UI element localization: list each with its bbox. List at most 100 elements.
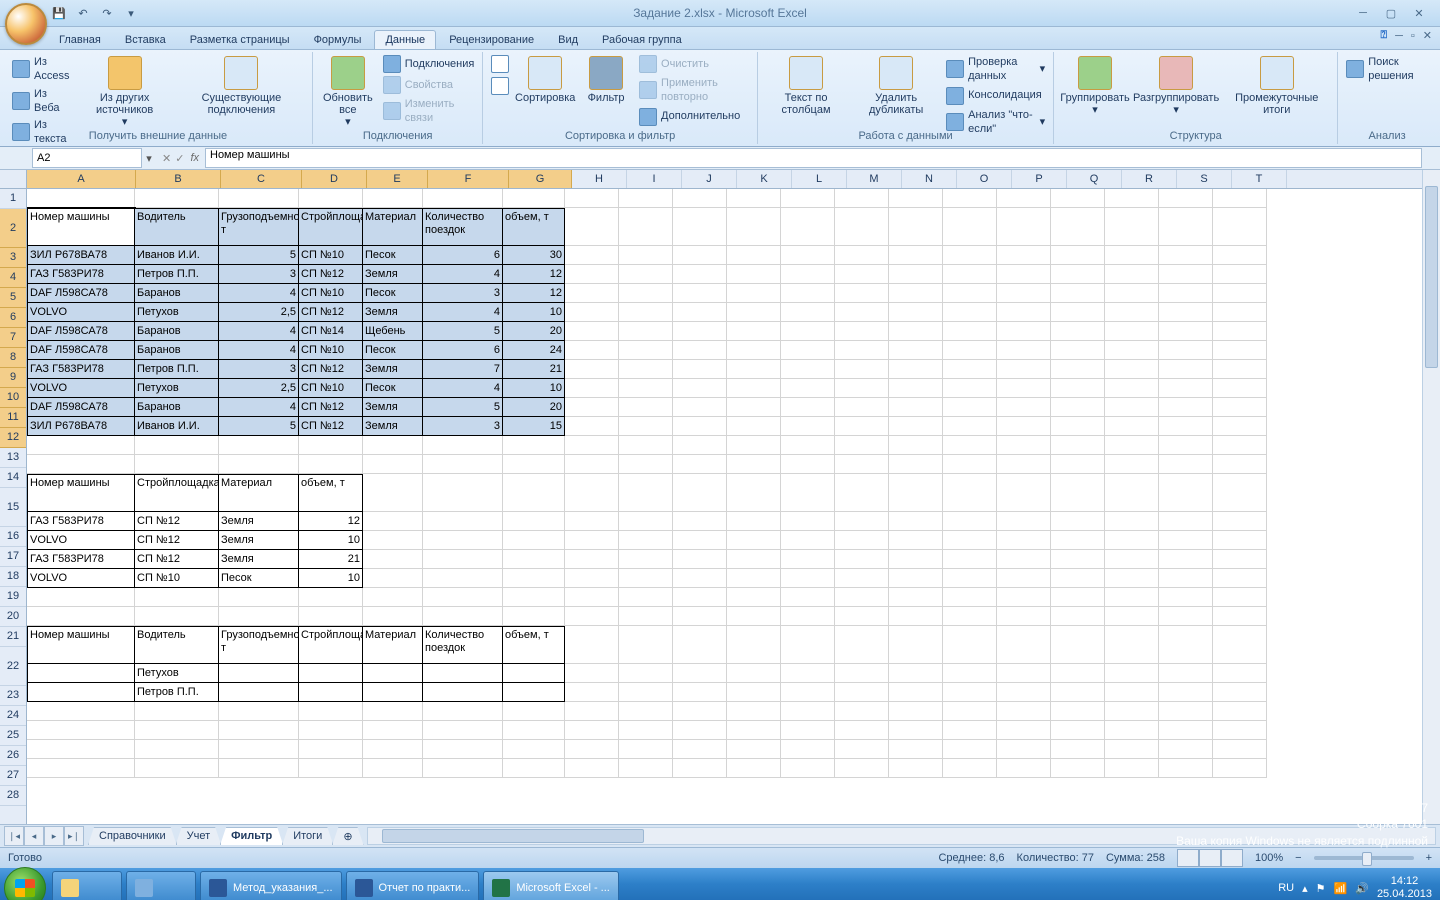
- cell[interactable]: [889, 569, 943, 588]
- cell[interactable]: [781, 189, 835, 208]
- cell[interactable]: Номер машины: [27, 626, 135, 664]
- cell[interactable]: 10: [299, 531, 363, 550]
- cell[interactable]: [135, 721, 219, 740]
- cell[interactable]: [889, 208, 943, 246]
- cell[interactable]: [889, 607, 943, 626]
- cell[interactable]: [1051, 398, 1105, 417]
- cell[interactable]: [363, 474, 423, 512]
- cell[interactable]: [27, 683, 135, 702]
- cell[interactable]: [943, 436, 997, 455]
- cell[interactable]: [565, 759, 619, 778]
- cell[interactable]: [565, 664, 619, 683]
- cell[interactable]: [727, 664, 781, 683]
- existing-connections-button[interactable]: Существующие подключения: [177, 54, 306, 118]
- cell[interactable]: [943, 569, 997, 588]
- cell[interactable]: [673, 740, 727, 759]
- cell[interactable]: 21: [503, 360, 565, 379]
- cell[interactable]: [1051, 626, 1105, 664]
- cell[interactable]: [1051, 303, 1105, 322]
- cell[interactable]: [673, 455, 727, 474]
- cell[interactable]: Песок: [363, 341, 423, 360]
- cell[interactable]: [363, 436, 423, 455]
- cell[interactable]: [673, 512, 727, 531]
- cell[interactable]: [1105, 246, 1159, 265]
- cell[interactable]: Стройплощадка: [299, 208, 363, 246]
- cell[interactable]: [1105, 759, 1159, 778]
- cell[interactable]: [565, 246, 619, 265]
- cell[interactable]: [1105, 626, 1159, 664]
- cell[interactable]: [889, 246, 943, 265]
- cell[interactable]: [835, 683, 889, 702]
- cell[interactable]: [219, 702, 299, 721]
- cell[interactable]: 10: [299, 569, 363, 588]
- cell[interactable]: [835, 322, 889, 341]
- cell[interactable]: [1159, 569, 1213, 588]
- cell[interactable]: [673, 436, 727, 455]
- ribbon-tab-7[interactable]: Рабочая группа: [591, 30, 693, 49]
- cell[interactable]: Номер машины: [27, 474, 135, 512]
- cell[interactable]: ЗИЛ Р678ВА78: [27, 417, 135, 436]
- cell[interactable]: [565, 455, 619, 474]
- cell[interactable]: [1105, 303, 1159, 322]
- cell[interactable]: [835, 189, 889, 208]
- page-layout-view-button[interactable]: [1199, 849, 1221, 867]
- cell[interactable]: [619, 569, 673, 588]
- cell[interactable]: Петров П.П.: [135, 360, 219, 379]
- ribbon-minimize-button[interactable]: ─: [1395, 30, 1403, 42]
- cell[interactable]: [1159, 721, 1213, 740]
- cell[interactable]: [503, 721, 565, 740]
- cell[interactable]: 5: [423, 398, 503, 417]
- cell[interactable]: [727, 455, 781, 474]
- cell[interactable]: [363, 607, 423, 626]
- row-header-28[interactable]: 28: [0, 786, 26, 806]
- cell[interactable]: [835, 588, 889, 607]
- cell[interactable]: [423, 702, 503, 721]
- cell[interactable]: [781, 512, 835, 531]
- volume-icon[interactable]: 🔊: [1355, 882, 1369, 895]
- cell[interactable]: [423, 512, 503, 531]
- cell[interactable]: [997, 759, 1051, 778]
- cell[interactable]: [1159, 626, 1213, 664]
- cell[interactable]: 21: [299, 550, 363, 569]
- action-center-icon[interactable]: ⚑: [1316, 882, 1326, 895]
- connections-button[interactable]: Подключения: [381, 54, 477, 74]
- cell[interactable]: [1159, 189, 1213, 208]
- next-sheet-button[interactable]: ▸: [44, 826, 64, 846]
- cell[interactable]: [835, 265, 889, 284]
- cell[interactable]: [997, 360, 1051, 379]
- cell[interactable]: [1213, 360, 1267, 379]
- cell[interactable]: [781, 664, 835, 683]
- refresh-all-button[interactable]: Обновить все▾: [319, 54, 377, 130]
- cell[interactable]: 5: [219, 417, 299, 436]
- cell[interactable]: [1105, 550, 1159, 569]
- cell[interactable]: [503, 664, 565, 683]
- cell[interactable]: [997, 531, 1051, 550]
- cell[interactable]: [619, 379, 673, 398]
- row-header-8[interactable]: 8: [0, 348, 26, 368]
- cell[interactable]: [503, 436, 565, 455]
- cell[interactable]: [889, 322, 943, 341]
- cell[interactable]: Земля: [363, 360, 423, 379]
- cell[interactable]: [727, 436, 781, 455]
- prev-sheet-button[interactable]: ◂: [24, 826, 44, 846]
- cell[interactable]: VOLVO: [27, 303, 135, 322]
- cell[interactable]: [299, 721, 363, 740]
- row-header-16[interactable]: 16: [0, 527, 26, 547]
- formula-input[interactable]: Номер машины: [205, 148, 1422, 168]
- cell[interactable]: [1159, 455, 1213, 474]
- cell[interactable]: VOLVO: [27, 379, 135, 398]
- cell[interactable]: [565, 265, 619, 284]
- cell[interactable]: [1105, 341, 1159, 360]
- cell[interactable]: [727, 246, 781, 265]
- ribbon-tab-4[interactable]: Данные: [374, 30, 436, 49]
- cell[interactable]: [135, 759, 219, 778]
- cell[interactable]: [503, 512, 565, 531]
- cell[interactable]: [565, 702, 619, 721]
- cell[interactable]: [1159, 208, 1213, 246]
- row-header-19[interactable]: 19: [0, 587, 26, 607]
- cell[interactable]: [727, 588, 781, 607]
- cell[interactable]: [997, 417, 1051, 436]
- ribbon-tab-6[interactable]: Вид: [547, 30, 589, 49]
- cell[interactable]: 4: [219, 284, 299, 303]
- first-sheet-button[interactable]: ❘◂: [4, 826, 24, 846]
